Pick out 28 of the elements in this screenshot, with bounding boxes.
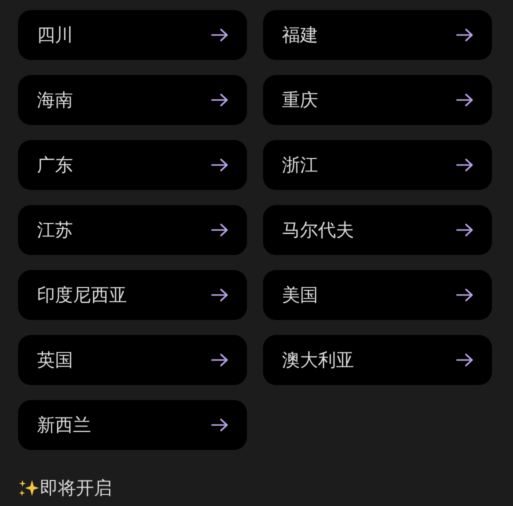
destination-card[interactable]: 福建	[263, 10, 492, 60]
arrow-icon	[456, 28, 474, 42]
destination-card[interactable]: 海南	[18, 75, 247, 125]
arrow-icon	[211, 158, 229, 172]
arrow-icon	[211, 93, 229, 107]
destination-card[interactable]: 新西兰	[18, 400, 247, 450]
destination-card[interactable]: 澳大利亚	[263, 335, 492, 385]
arrow-icon	[211, 223, 229, 237]
arrow-icon	[211, 288, 229, 302]
destination-card[interactable]: 广东	[18, 140, 247, 190]
arrow-icon	[456, 223, 474, 237]
destination-card[interactable]: 印度尼西亚	[18, 270, 247, 320]
destination-card[interactable]: 马尔代夫	[263, 205, 492, 255]
destination-card[interactable]: 重庆	[263, 75, 492, 125]
arrow-icon	[211, 418, 229, 432]
arrow-icon	[211, 28, 229, 42]
destination-card[interactable]: 四川	[18, 10, 247, 60]
destination-card[interactable]: 英国	[18, 335, 247, 385]
arrow-icon	[211, 353, 229, 367]
arrow-icon	[456, 93, 474, 107]
arrow-icon	[456, 288, 474, 302]
destination-card[interactable]: 浙江	[263, 140, 492, 190]
destination-card[interactable]: 江苏	[18, 205, 247, 255]
arrow-icon	[456, 158, 474, 172]
destination-card[interactable]: 美国	[263, 270, 492, 320]
arrow-icon	[456, 353, 474, 367]
coming-soon-text: 即将开启	[40, 477, 112, 500]
sparkle-icon	[18, 478, 40, 498]
